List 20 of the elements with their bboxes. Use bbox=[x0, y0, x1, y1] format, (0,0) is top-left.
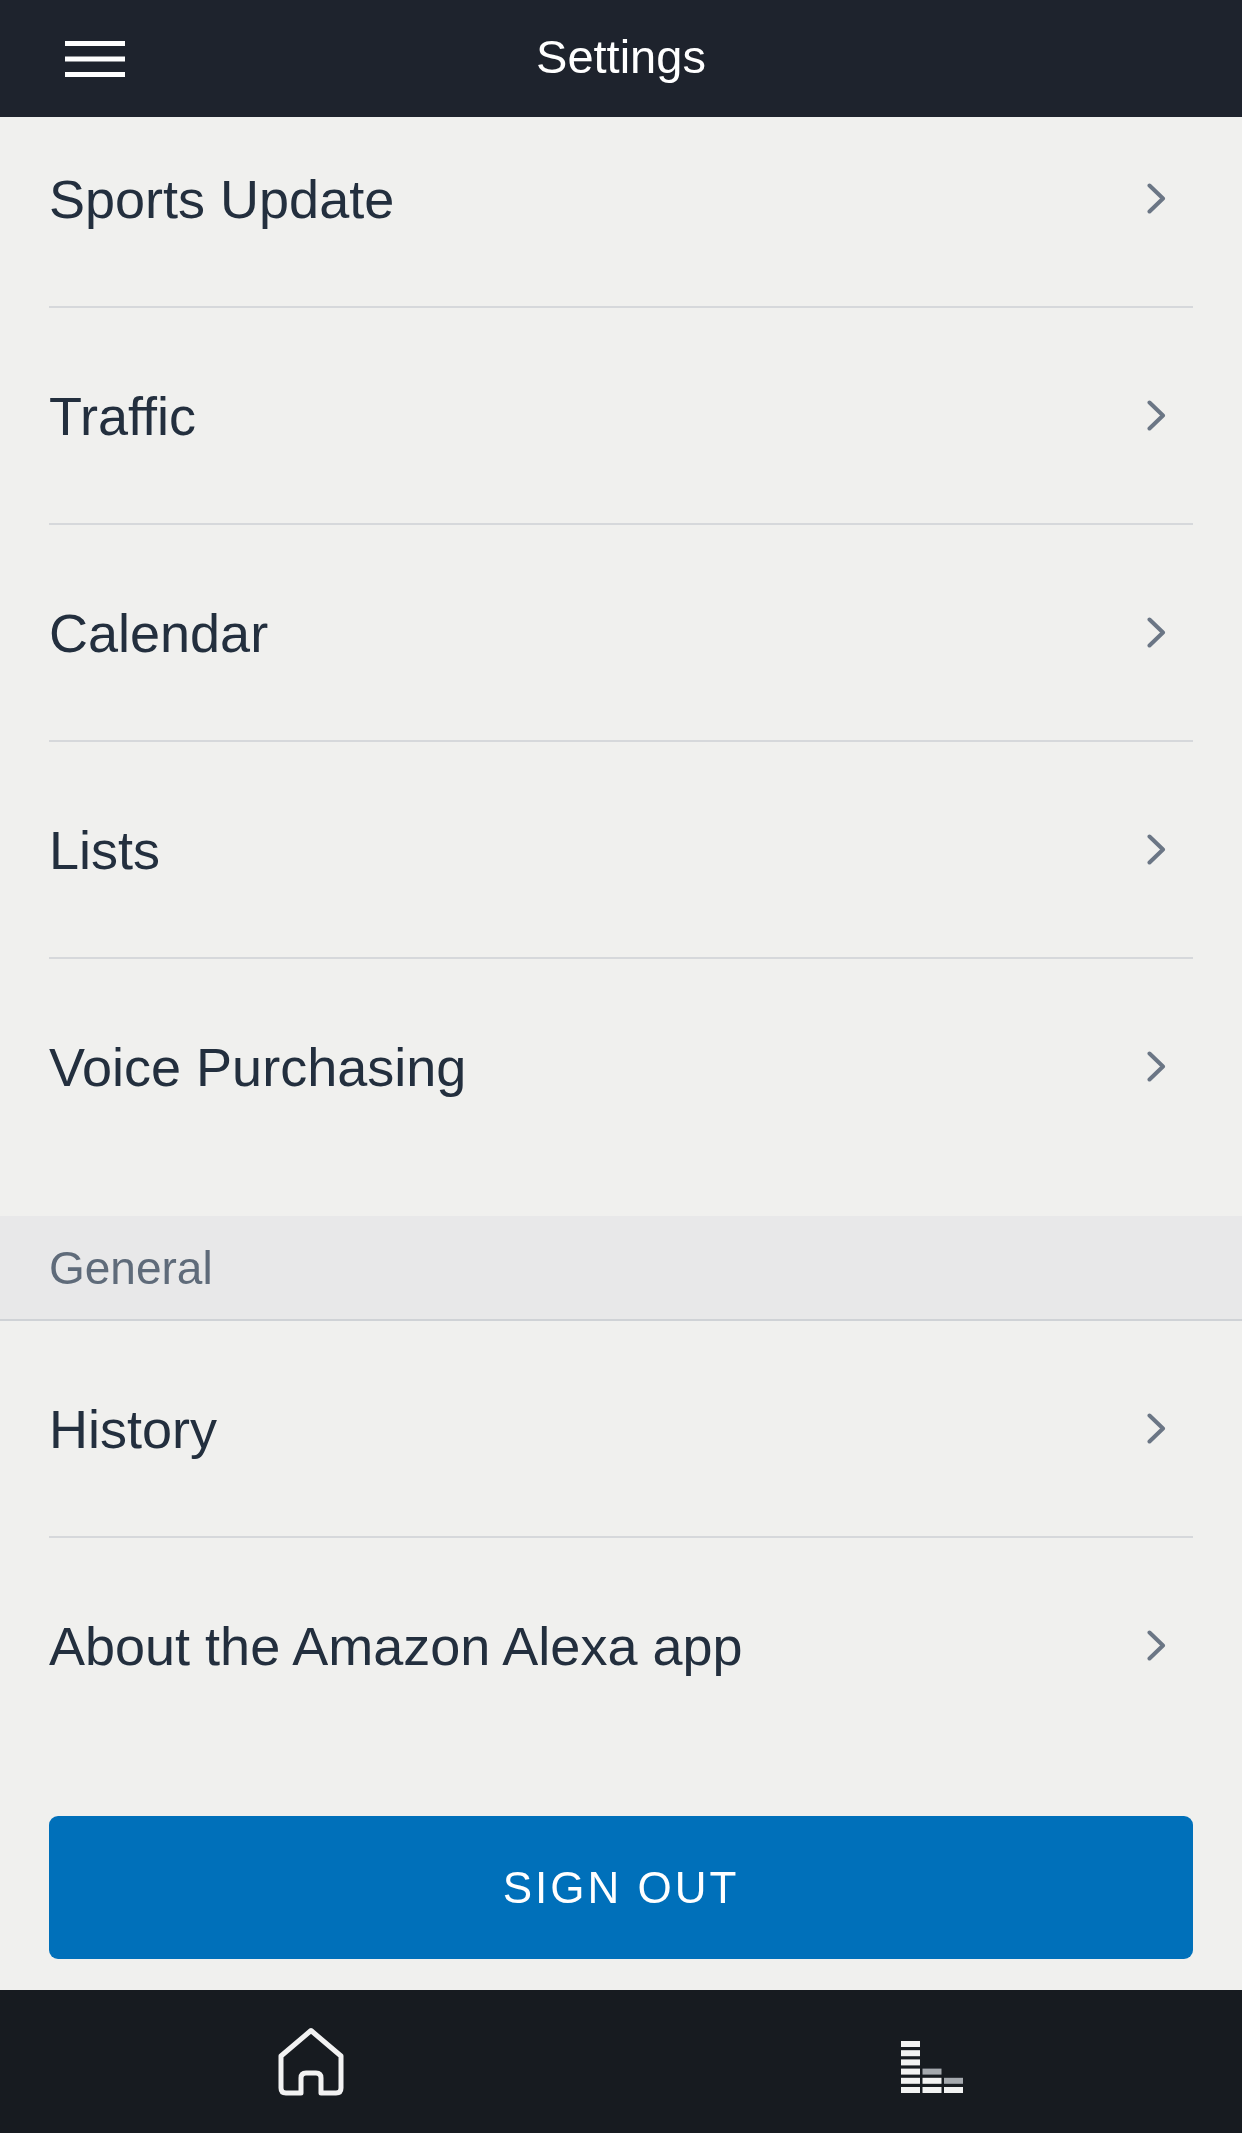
chevron-right-icon bbox=[1147, 183, 1166, 214]
chevron-right-icon bbox=[1147, 1630, 1166, 1661]
chevron-right-icon bbox=[1147, 1413, 1166, 1444]
chevron-right-icon bbox=[1147, 1051, 1166, 1082]
sign-out-button[interactable]: SIGN OUT bbox=[49, 1816, 1193, 1959]
chevron-right-icon bbox=[1147, 834, 1166, 865]
settings-item[interactable]: Voice Purchasing bbox=[49, 959, 1193, 1176]
settings-item[interactable]: History bbox=[49, 1321, 1193, 1538]
equalizer-icon[interactable] bbox=[900, 2040, 963, 2093]
settings-item[interactable]: Lists bbox=[49, 742, 1193, 959]
settings-item[interactable]: Sports Update bbox=[49, 117, 1193, 308]
screen-title: Settings bbox=[536, 33, 706, 84]
section-header: General bbox=[0, 1216, 1242, 1321]
chevron-right-icon bbox=[1147, 400, 1166, 431]
settings-item[interactable]: Calendar bbox=[49, 525, 1193, 742]
home-icon[interactable] bbox=[276, 2026, 345, 2097]
menu-icon[interactable] bbox=[65, 40, 125, 77]
settings-item[interactable]: About the Amazon Alexa app bbox=[49, 1538, 1193, 1755]
settings-item[interactable]: Traffic bbox=[49, 308, 1193, 525]
chevron-right-icon bbox=[1147, 617, 1166, 648]
